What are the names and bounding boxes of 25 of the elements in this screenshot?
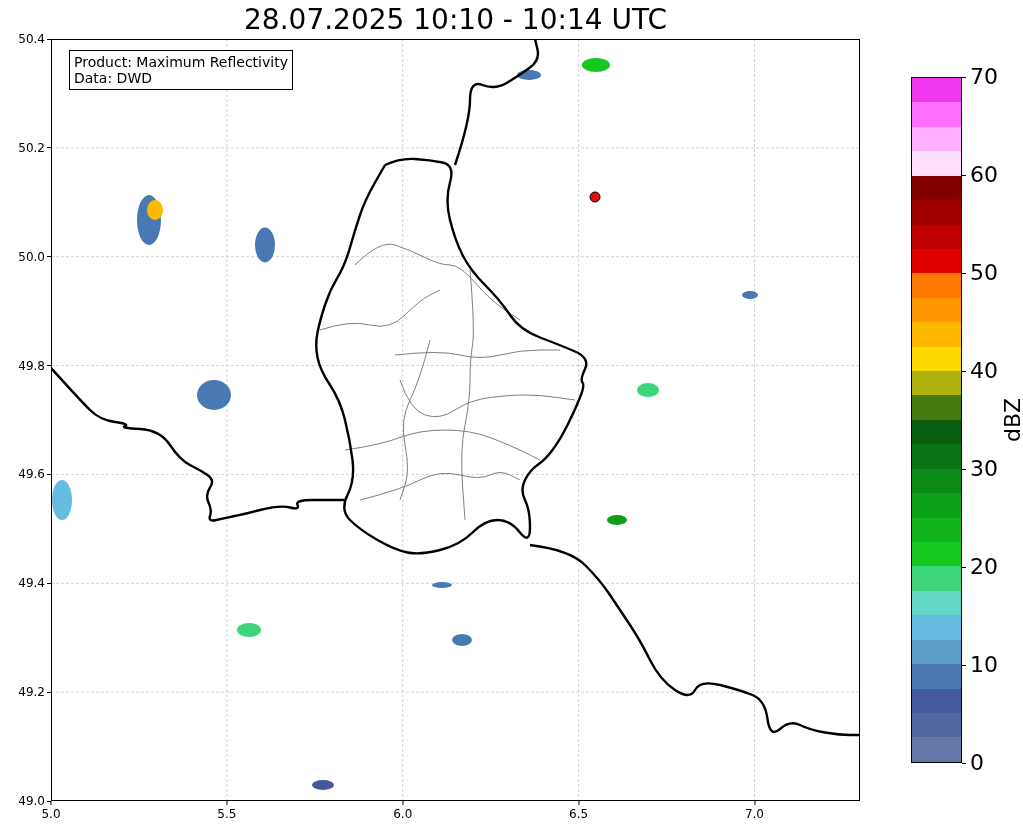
colorbar-tick-label: 40 [970,359,998,383]
axis-tick-label: 6.5 [569,807,589,821]
chart-title: 28.07.2025 10:10 - 10:14 UTC [244,3,667,36]
axis-tick-label: 50.0 [18,249,45,264]
legend-text: Data: DWD [74,70,153,86]
colorbar-label: dBZ [1001,397,1023,443]
axis-tick-label: 7.0 [744,807,764,821]
axis-tick-label: 49.8 [18,358,45,373]
colorbar-tick-label: 70 [970,65,998,89]
legend-text: Product: Maximum Reflectivity [74,54,288,70]
colorbar-tick-label: 50 [970,261,998,285]
axis-tick-label: 49.6 [18,467,45,482]
colorbar-tick-label: 30 [970,457,998,481]
axis-tick-label: 49.2 [18,685,45,700]
axis-tick-label: 5.5 [217,807,237,821]
axis-tick-label: 6.0 [393,807,413,821]
colorbar-tick-label: 0 [970,751,984,775]
colorbar-tick-label: 10 [970,653,998,677]
axis-tick-label: 50.4 [18,32,45,46]
axis-tick-label: 49.4 [18,576,45,591]
colorbar-tick-label: 20 [970,555,998,579]
axis-tick-label: 49.0 [18,794,45,808]
colorbar-tick-label: 60 [970,163,998,187]
axis-tick-label: 5.0 [41,807,61,821]
axis-tick-label: 50.2 [18,140,45,155]
